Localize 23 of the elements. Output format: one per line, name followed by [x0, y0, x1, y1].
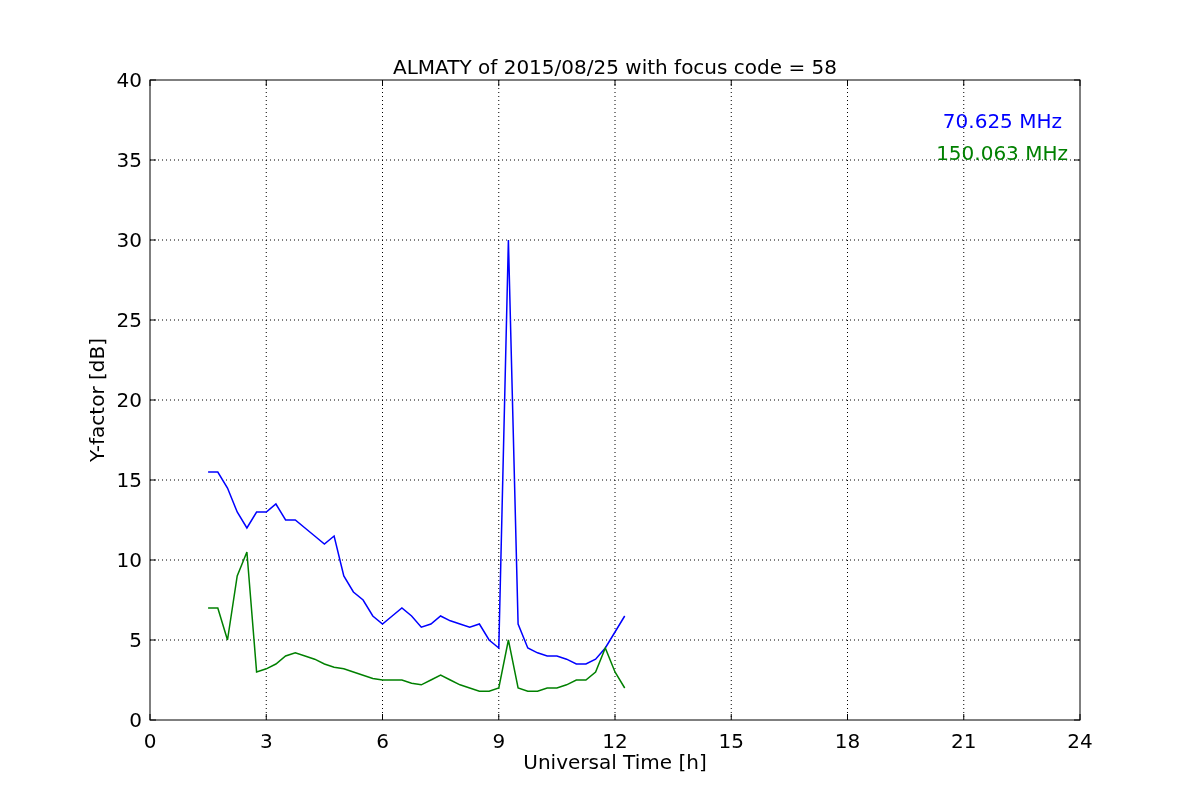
tick-label: 21	[951, 729, 977, 753]
tick-label: 0	[143, 729, 157, 753]
tick-label: 12	[602, 729, 628, 753]
tick-label: 5	[129, 628, 142, 652]
chart-title: ALMATY of 2015/08/25 with focus code = 58	[393, 55, 837, 79]
legend-label: 70.625 MHz	[942, 109, 1062, 133]
tick-label: 0	[129, 708, 142, 732]
tick-label: 30	[116, 228, 142, 252]
tick-label: 10	[116, 548, 142, 572]
legend-label: 150.063 MHz	[936, 141, 1068, 165]
tick-label: 20	[116, 388, 142, 412]
tick-label: 9	[492, 729, 506, 753]
tick-label: 40	[116, 68, 142, 92]
x-axis-label: Universal Time [h]	[523, 750, 707, 774]
tick-label: 18	[834, 729, 861, 753]
tick-label: 6	[376, 729, 389, 753]
tick-label: 15	[718, 729, 744, 753]
tick-label: 3	[259, 729, 273, 753]
tick-label: 25	[116, 308, 142, 332]
tick-label: 35	[116, 148, 142, 172]
tick-label: 15	[116, 468, 142, 492]
tick-label: 24	[1067, 729, 1093, 753]
y-axis-label: Y-factor [dB]	[85, 338, 109, 462]
